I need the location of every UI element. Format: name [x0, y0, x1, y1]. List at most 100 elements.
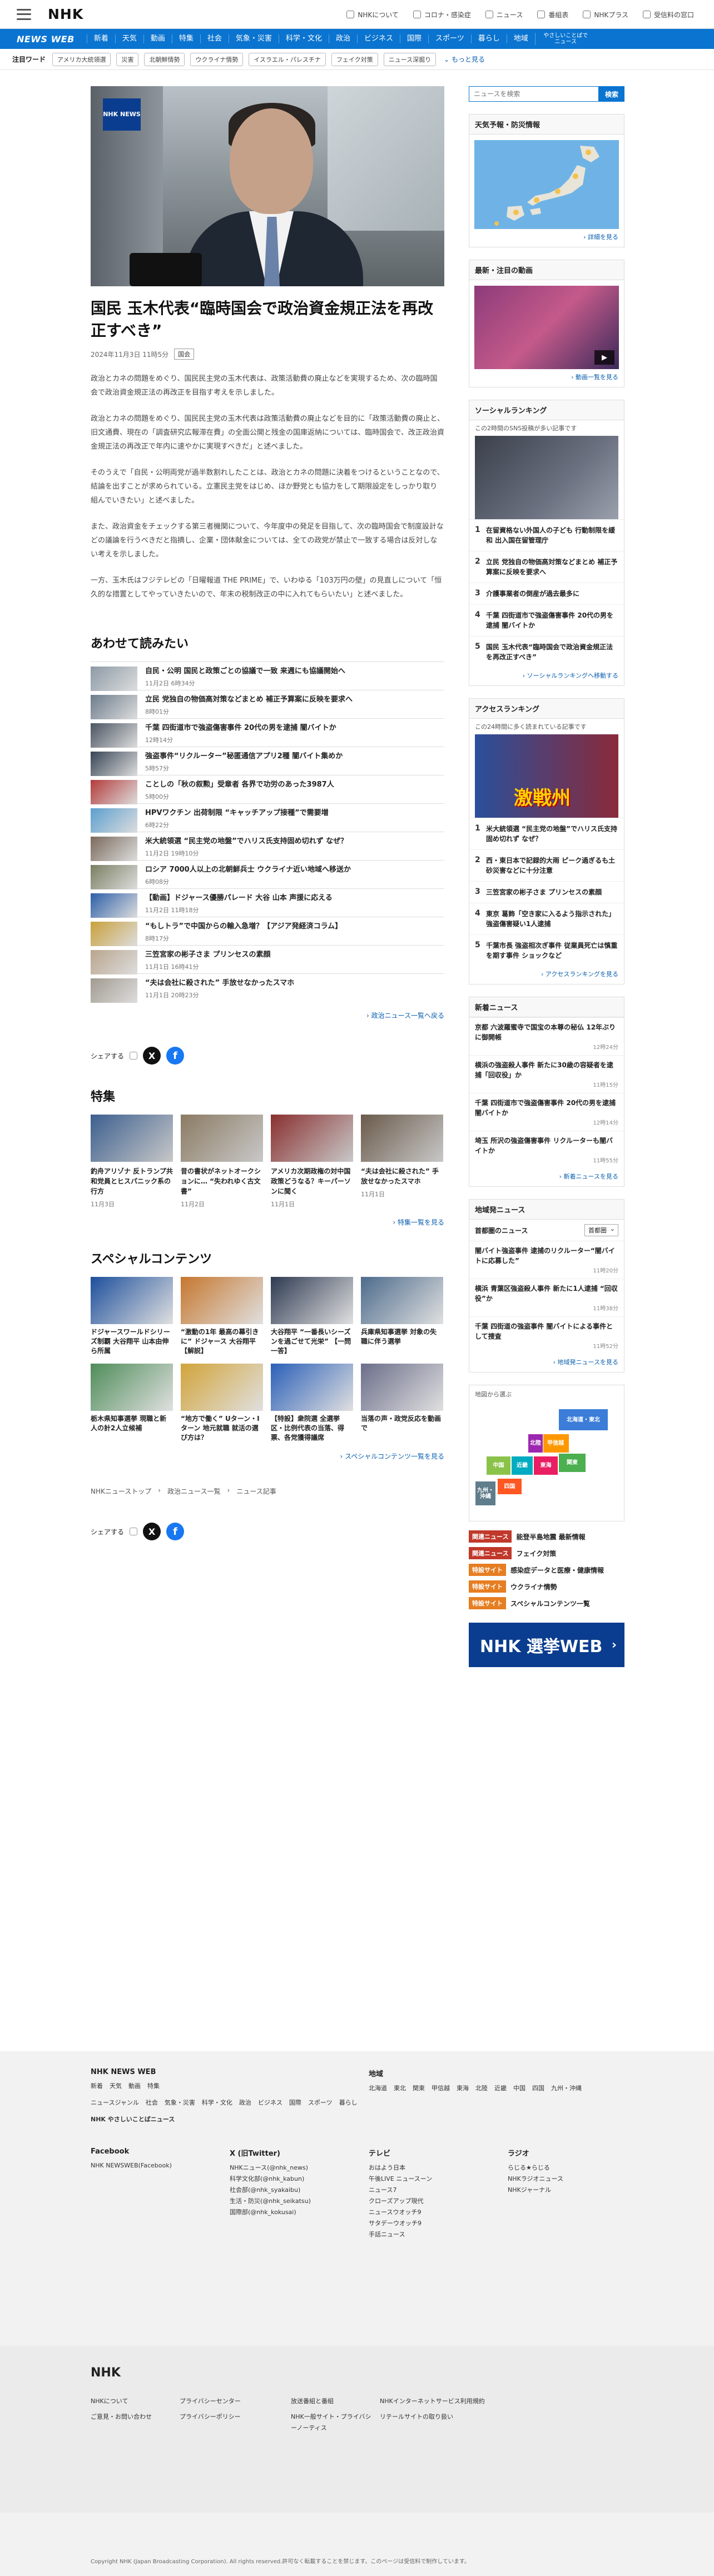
related-item[interactable]: 千葉 四街道市で強盗傷害事件 20代の男を逮捕 闇バイトか 12時14分: [91, 718, 444, 748]
footer-link[interactable]: 天気: [110, 2081, 122, 2092]
nav-item[interactable]: 気象・災害: [228, 34, 279, 43]
footer-link[interactable]: NHKラジオニュース: [508, 2174, 618, 2185]
sidebar-banner[interactable]: 特設サイト 感染症データと医療・健康情報: [469, 1564, 624, 1576]
nav-item[interactable]: 動画: [143, 34, 172, 43]
topic-chip[interactable]: ウクライナ情勢: [190, 52, 244, 66]
footer-link[interactable]: 社会部(@nhk_syakaibu): [230, 2185, 362, 2196]
footer-link[interactable]: 北海道: [369, 2083, 387, 2094]
footer-link[interactable]: 生活・防災(@nhk_seikatsu): [230, 2196, 362, 2207]
ranking-item[interactable]: 1 米大統領選 “民主党の地盤”でハリス氏支持固め切れず なぜ？: [469, 818, 624, 849]
video-more-link[interactable]: › 動画一覧を見る: [469, 369, 624, 381]
ranking-item[interactable]: 5 国民 玉木代表“臨時国会で政治資金規正法を再改正すべき”: [469, 636, 624, 668]
related-item[interactable]: “夫は会社に殺された” 手放せなかったスマホ 11月1日 20時23分: [91, 973, 444, 1003]
feature-card[interactable]: 昔の書状がネットオークションに… “失われゆく古文書” 11月2日: [181, 1115, 263, 1209]
region-select[interactable]: 首都圏 ⌄: [584, 1224, 618, 1236]
footer-link[interactable]: 動画: [128, 2081, 141, 2092]
region-block[interactable]: 九州・沖縄: [475, 1481, 496, 1506]
special-card[interactable]: ドジャースワールドシリーズ制覇 大谷翔平 山本由伸ら所属: [91, 1277, 173, 1356]
nav-item[interactable]: スポーツ: [428, 34, 471, 43]
utility-link[interactable]: ニュース: [485, 10, 523, 19]
region-block[interactable]: 近畿: [511, 1456, 533, 1475]
sidebar-banner[interactable]: 関連ニュース 能登半島地震 最新情報: [469, 1530, 624, 1543]
footer-link[interactable]: 甲信越: [432, 2083, 450, 2094]
related-more-link[interactable]: › 政治ニュース一覧へ戻る: [91, 1011, 444, 1020]
footer-bottom-link[interactable]: リテールサイトの取り扱い: [380, 2411, 584, 2434]
special-card[interactable]: 兵庫県知事選挙 対象の失職に伴う選挙: [361, 1277, 443, 1356]
topic-chip[interactable]: 北朝鮮情勢: [144, 52, 185, 66]
footer-bottom-link[interactable]: プライバシーセンター: [180, 2396, 284, 2407]
ranking-item[interactable]: 5 千葉市長 強盗相次ぎ事件 従業員死亡は慎重を期す事件 ショックなど: [469, 934, 624, 966]
utility-link[interactable]: コロナ・感染症: [413, 10, 471, 19]
ranking-item[interactable]: 4 千葉 四街道市で強盗傷害事件 20代の男を逮捕 闇バイトか: [469, 604, 624, 636]
footer-link[interactable]: NHKジャーナル: [508, 2185, 618, 2196]
news-web-brand[interactable]: NEWS WEB: [17, 34, 75, 44]
copy-link-icon[interactable]: [130, 1052, 138, 1060]
nav-item[interactable]: 特集: [171, 34, 200, 43]
utility-link[interactable]: NHKプラス: [583, 10, 628, 19]
x-share-icon[interactable]: X: [143, 1523, 161, 1540]
related-item[interactable]: “もしトラ”で中国からの輸入急増？【アジア発経済コラム】 8時17分: [91, 917, 444, 946]
regional-more-link[interactable]: › 地域発ニュースを見る: [469, 1354, 624, 1366]
footer-link[interactable]: ビジネス: [258, 2097, 282, 2108]
feature-card[interactable]: “夫は会社に殺された” 手放せなかったスマホ 11月1日: [361, 1115, 443, 1209]
facebook-share-icon[interactable]: f: [166, 1047, 185, 1065]
article-tag[interactable]: 国会: [174, 349, 195, 360]
footer-nhk-logo[interactable]: NHK: [91, 2366, 121, 2380]
topic-chip[interactable]: ニュース深掘り: [383, 52, 437, 66]
footer-link[interactable]: らじる★らじる: [508, 2162, 618, 2174]
news-item[interactable]: 横浜 青葉区強盗殺人事件 新たに1人逮捕 “回収役”か 11時38分: [469, 1279, 624, 1316]
breadcrumb-item[interactable]: NHKニューストップ: [91, 1486, 151, 1496]
footer-bottom-link[interactable]: NHKについて: [91, 2396, 173, 2407]
news-item[interactable]: 千葉 四街道の強盗事件 闇バイトによる事件として捜査 11時52分: [469, 1316, 624, 1354]
news-item[interactable]: 京都 六波羅蜜寺で国宝の本尊の秘仏 12年ぶりに御開帳 12時24分: [469, 1017, 624, 1055]
feature-more-link[interactable]: › 特集一覧を見る: [91, 1217, 444, 1227]
footer-link[interactable]: 午後LIVE ニュースーン: [369, 2174, 501, 2185]
copy-link-icon[interactable]: [130, 1528, 138, 1535]
footer-easy-link[interactable]: NHK やさしいことばニュース: [91, 2114, 175, 2125]
ranking-item[interactable]: 3 三笠宮家の彬子さま プリンセスの素顔: [469, 881, 624, 903]
footer-link[interactable]: クローズアップ現代: [369, 2196, 501, 2207]
footer-link[interactable]: 科学文化部(@nhk_kabun): [230, 2174, 362, 2185]
ranking-item[interactable]: 1 在留資格ない外国人の子ども 行動制限を緩和 出入国在留管理庁: [469, 519, 624, 551]
x-share-icon[interactable]: X: [143, 1047, 161, 1065]
related-item[interactable]: ロシア 7000人以上の北朝鮮兵士 ウクライナ近い地域へ移送か 6時08分: [91, 860, 444, 889]
footer-link[interactable]: 社会: [146, 2097, 158, 2108]
footer-link[interactable]: 九州・沖縄: [551, 2083, 582, 2094]
topic-chip[interactable]: イスラエル・パレスチナ: [249, 52, 326, 66]
footer-link[interactable]: 新着: [91, 2081, 103, 2092]
footer-link[interactable]: 科学・文化: [202, 2097, 232, 2108]
footer-link[interactable]: 北陸: [475, 2083, 488, 2094]
utility-link[interactable]: 番組表: [537, 10, 568, 19]
footer-link[interactable]: おはよう日本: [369, 2162, 501, 2174]
footer-bottom-link[interactable]: プライバシーポリシー: [180, 2411, 284, 2434]
footer-link[interactable]: NHKニュース(@nhk_news): [230, 2162, 362, 2174]
footer-link[interactable]: 東海: [457, 2083, 469, 2094]
weather-more-link[interactable]: › 詳細を見る: [469, 229, 624, 241]
nav-item[interactable]: 科学・文化: [278, 34, 329, 43]
footer-link[interactable]: 四国: [532, 2083, 544, 2094]
related-item[interactable]: 三笠宮家の彬子さま プリンセスの素顔 11月1日 16時41分: [91, 945, 444, 974]
nav-item[interactable]: ビジネス: [356, 34, 400, 43]
social-ranking-image[interactable]: [475, 436, 618, 519]
facebook-share-icon[interactable]: f: [166, 1523, 185, 1540]
special-card[interactable]: 大谷翔平 “一番長いシーズンを過ごせて光栄” 【一問一答】: [271, 1277, 353, 1356]
region-block[interactable]: 中国: [486, 1456, 511, 1475]
utility-link[interactable]: 受信料の窓口: [642, 10, 694, 19]
ranking-item[interactable]: 3 介護事業者の倒産が過去最多に: [469, 583, 624, 604]
footer-bottom-link[interactable]: 放送番組と番組: [291, 2396, 373, 2407]
nhk-logo[interactable]: NHK: [48, 6, 83, 22]
footer-link[interactable]: 国際部(@nhk_kokusai): [230, 2207, 362, 2218]
related-item[interactable]: 自民・公明 国民と政策ごとの協議で一致 来週にも協議開始へ 11月2日 6時34分: [91, 662, 444, 691]
special-card[interactable]: 【特設】衆院選 全選挙区・比例代表の当落、得票、各党獲得議席: [271, 1364, 353, 1443]
region-block[interactable]: 北陸: [528, 1434, 543, 1453]
news-item[interactable]: 横浜の強盗殺人事件 新たに30歳の容疑者を逮捕「回収役」か 11時15分: [469, 1055, 624, 1093]
access-more-link[interactable]: › アクセスランキングを見る: [469, 966, 624, 978]
footer-bottom-link[interactable]: NHKインターネットサービス利用規約: [380, 2396, 584, 2407]
topic-chip[interactable]: アメリカ大統領選: [52, 52, 111, 66]
footer-link[interactable]: ニュース7: [369, 2185, 501, 2196]
related-item[interactable]: 立民 党独自の物価高対策などまとめ 補正予算案に反映を要求へ 8時01分: [91, 690, 444, 719]
more-topics-link[interactable]: ⌄ もっと見る: [444, 54, 485, 64]
search-input[interactable]: [469, 86, 599, 102]
related-item[interactable]: HPVワクチン 出荷制限 “キャッチアップ接種”で需要増 6時22分: [91, 803, 444, 833]
special-card[interactable]: 栃木県知事選挙 現職と新人の計2人立候補: [91, 1364, 173, 1443]
